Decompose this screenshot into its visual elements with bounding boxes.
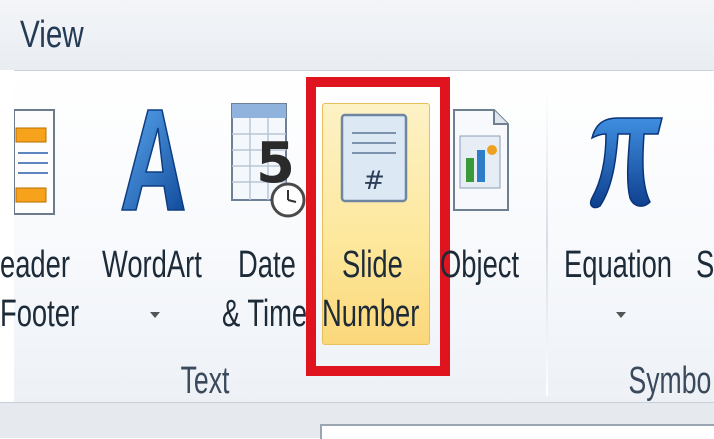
calendar-clock-icon: 5 bbox=[230, 102, 306, 222]
header-footer-label-2: Footer bbox=[0, 293, 80, 335]
ribbon-tab-bar: View bbox=[0, 0, 714, 70]
symbol-button[interactable]: S bbox=[694, 88, 714, 348]
header-footer-button[interactable]: eader Footer bbox=[0, 88, 100, 348]
symbol-label: S bbox=[696, 244, 714, 286]
group-label-text: Text bbox=[180, 360, 230, 402]
date-time-label-1: Date bbox=[238, 244, 296, 286]
slide-number-glyph: # bbox=[363, 166, 385, 196]
slide-number-button[interactable]: # Slide Number bbox=[322, 103, 428, 343]
date-time-label-2: & Time bbox=[222, 293, 308, 335]
slide-number-label-2: Number bbox=[322, 293, 420, 335]
date-time-button[interactable]: 5 Date & Time bbox=[222, 88, 314, 348]
wordart-dropdown-icon[interactable] bbox=[150, 312, 160, 318]
wordart-label: WordArt bbox=[102, 244, 202, 286]
header-footer-icon bbox=[13, 108, 58, 218]
object-icon bbox=[450, 106, 514, 218]
group-separator bbox=[546, 88, 548, 396]
wordart-icon bbox=[118, 106, 192, 218]
slide-number-icon: # bbox=[340, 113, 408, 205]
equation-label: Equation bbox=[564, 244, 673, 286]
header-footer-label-1: eader bbox=[0, 244, 70, 286]
equation-button[interactable]: Equation bbox=[556, 88, 686, 348]
tab-view[interactable]: View bbox=[20, 14, 114, 66]
object-label: Object bbox=[440, 244, 520, 286]
slide-number-label-1: Slide bbox=[342, 244, 403, 286]
object-button[interactable]: Object bbox=[436, 88, 536, 348]
group-label-symbols: Symbo bbox=[628, 360, 712, 402]
pi-icon bbox=[586, 112, 666, 212]
equation-dropdown-icon[interactable] bbox=[616, 312, 626, 318]
wordart-button[interactable]: WordArt bbox=[100, 88, 212, 348]
